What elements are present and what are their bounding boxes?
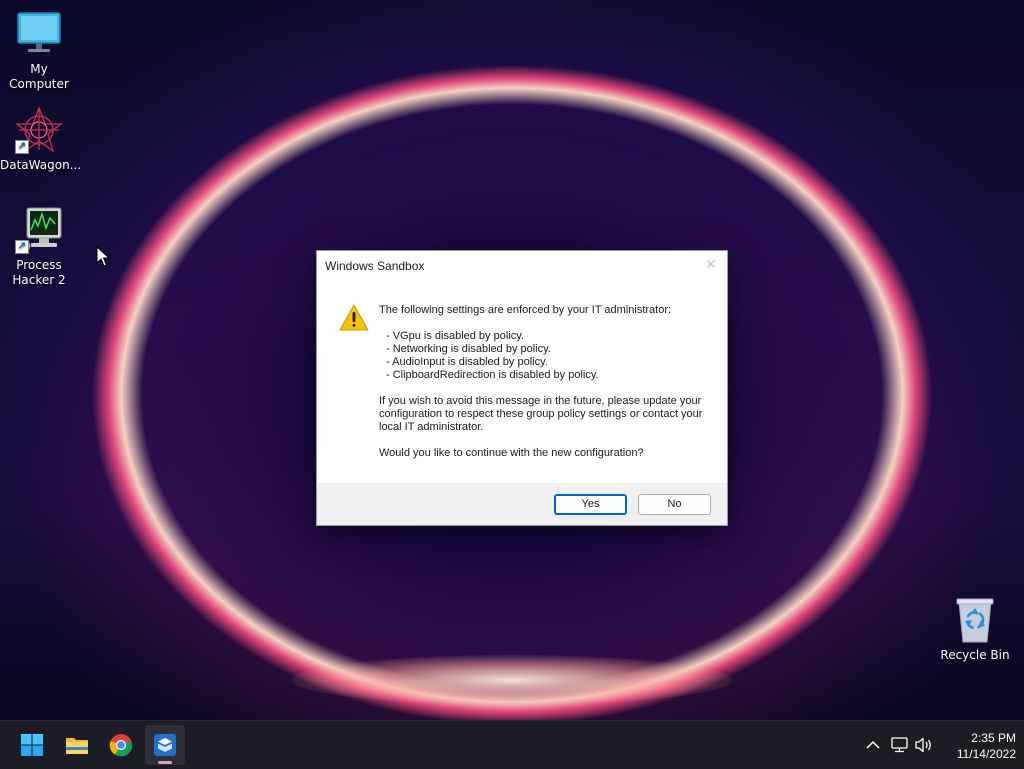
recycle-bin-icon	[951, 596, 999, 644]
taskbar: 2:35 PM 11/14/2022	[0, 720, 1024, 769]
desktop-icon-recycle-bin[interactable]: Recycle Bin	[936, 596, 1014, 663]
dialog-question: Would you like to continue with the new …	[379, 447, 644, 459]
desktop-icon-label: Recycle Bin	[940, 648, 1010, 662]
yes-button[interactable]: Yes	[554, 494, 627, 515]
policy-list: - VGpu is disabled by policy. - Networki…	[386, 330, 714, 382]
wallpaper-glow	[292, 655, 732, 705]
chrome-icon	[109, 733, 133, 757]
taskbar-clock[interactable]: 2:35 PM 11/14/2022	[940, 730, 1016, 762]
close-icon[interactable]: ✕	[703, 256, 719, 272]
shortcut-arrow-icon: ↗	[15, 240, 29, 254]
warning-icon	[339, 304, 369, 337]
taskbar-chrome[interactable]	[101, 725, 141, 765]
policy-item: - ClipboardRedirection is disabled by po…	[386, 369, 599, 381]
start-button[interactable]	[12, 725, 52, 765]
dialog-advice: If you wish to avoid this message in the…	[379, 395, 703, 433]
mouse-cursor-icon	[96, 245, 111, 272]
taskbar-windows-sandbox[interactable]	[145, 725, 185, 765]
monitor-icon	[15, 10, 63, 58]
taskbar-file-explorer[interactable]	[57, 725, 97, 765]
chevron-up-icon[interactable]	[863, 735, 883, 755]
process-hacker-icon: ↗	[15, 206, 63, 254]
desktop-icon-my-computer[interactable]: My Computer	[0, 10, 78, 92]
active-indicator	[158, 761, 172, 764]
dialog-title: Windows Sandbox	[325, 259, 425, 273]
dialog-message: The following settings are enforced by y…	[379, 304, 714, 460]
clock-time: 2:35 PM	[971, 731, 1016, 745]
desktop-icon-process-hacker[interactable]: ↗ Process Hacker 2	[0, 206, 78, 288]
policy-item: - AudioInput is disabled by policy.	[386, 356, 548, 368]
desktop-background: My Computer ↗ DataWagon... ↗ Process Hac…	[0, 0, 1024, 720]
clock-date: 11/14/2022	[956, 747, 1016, 761]
desktop-icon-label: DataWagon...	[0, 158, 82, 172]
network-icon[interactable]	[890, 735, 910, 755]
policy-item: - Networking is disabled by policy.	[386, 343, 551, 355]
shortcut-arrow-icon: ↗	[15, 140, 29, 154]
dialog-intro: The following settings are enforced by y…	[379, 304, 672, 316]
desktop-icon-label: Process Hacker 2	[12, 258, 66, 287]
folder-icon	[65, 733, 89, 757]
desktop-icon-label: My Computer	[9, 62, 69, 91]
windows-sandbox-dialog: Windows Sandbox ✕ The following settings…	[316, 250, 728, 526]
windows-start-icon	[20, 733, 44, 757]
desktop-icon-datawagon[interactable]: ↗ DataWagon...	[0, 106, 82, 173]
policy-item: - VGpu is disabled by policy.	[386, 330, 524, 342]
dialog-footer: Yes No	[317, 483, 727, 525]
no-button[interactable]: No	[638, 494, 711, 515]
datawagon-icon: ↗	[15, 106, 63, 154]
sandbox-icon	[153, 733, 177, 757]
speaker-icon[interactable]	[914, 735, 934, 755]
